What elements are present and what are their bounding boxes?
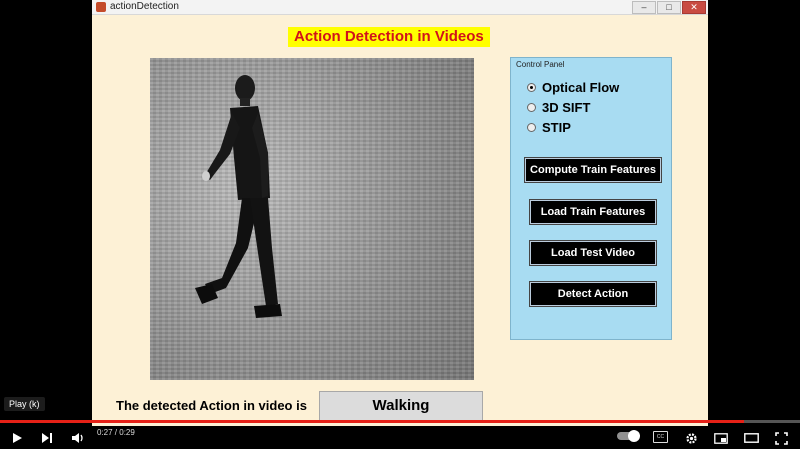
radio-label: Optical Flow [542, 79, 620, 95]
radio-unselected-icon[interactable] [527, 102, 536, 112]
radio-selected-icon[interactable] [527, 82, 536, 92]
result-label: The detected Action in video is [116, 398, 307, 413]
miniplayer-icon[interactable] [712, 429, 730, 447]
walking-person-image [195, 75, 282, 318]
play-tooltip: Play (k) [4, 397, 45, 411]
window-title: actionDetection [110, 1, 179, 12]
load-test-video-button[interactable]: Load Test Video [529, 240, 657, 266]
minimize-button[interactable]: – [632, 1, 656, 14]
result-value: Walking [319, 391, 483, 421]
play-icon[interactable] [8, 429, 26, 447]
next-icon[interactable] [38, 429, 56, 447]
control-panel-caption: Control Panel [516, 60, 565, 69]
progress-bar[interactable] [0, 420, 800, 423]
detect-action-button[interactable]: Detect Action [529, 281, 657, 307]
video-frame [150, 58, 474, 380]
theater-mode-icon[interactable] [742, 429, 760, 447]
app-window: actionDetection – □ ✕ Action Detection i… [92, 0, 708, 426]
autoplay-toggle[interactable] [617, 430, 640, 442]
radio-optical-flow[interactable]: Optical Flow [527, 78, 619, 96]
compute-train-features-button[interactable]: Compute Train Features [524, 157, 662, 183]
close-button[interactable]: ✕ [682, 1, 706, 14]
maximize-button[interactable]: □ [657, 1, 681, 14]
radio-label: STIP [542, 119, 571, 135]
subtitles-icon[interactable]: CC [653, 431, 668, 443]
progress-fill [0, 420, 744, 423]
fullscreen-icon[interactable] [772, 429, 790, 447]
radio-3d-sift[interactable]: 3D SIFT [527, 98, 590, 116]
volume-icon[interactable] [68, 429, 88, 447]
page-title: Action Detection in Videos [288, 27, 490, 47]
load-train-features-button[interactable]: Load Train Features [529, 199, 657, 225]
matlab-icon [96, 2, 106, 12]
time-display: 0:27 / 0:29 [97, 428, 135, 437]
settings-icon[interactable] [682, 429, 700, 447]
control-panel: Control Panel Optical Flow 3D SIFT STIP … [510, 57, 672, 340]
radio-unselected-icon[interactable] [527, 122, 536, 132]
radio-stip[interactable]: STIP [527, 118, 571, 136]
radio-label: 3D SIFT [542, 99, 591, 115]
title-bar: actionDetection – □ ✕ [92, 0, 708, 15]
